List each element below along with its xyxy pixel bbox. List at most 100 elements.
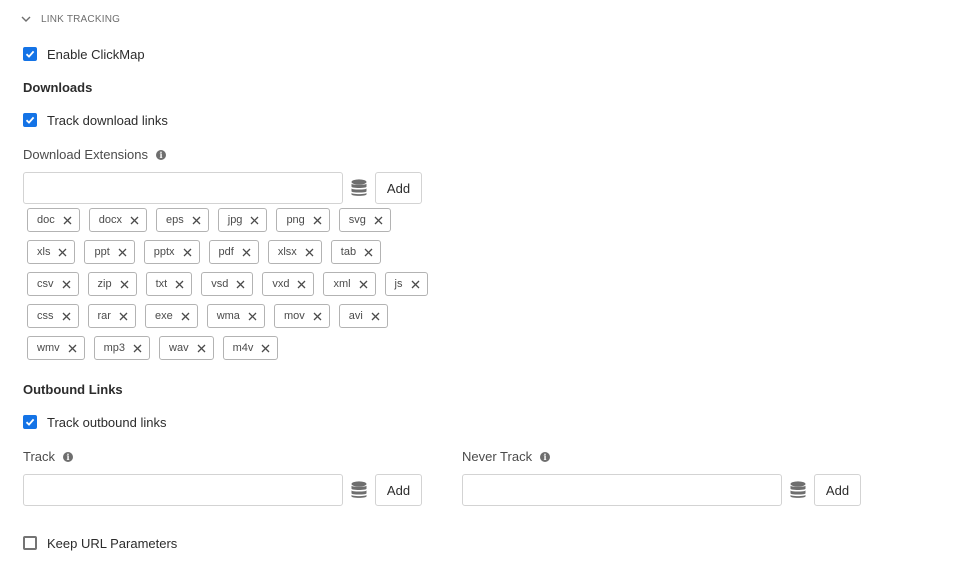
close-icon[interactable] — [371, 312, 380, 321]
close-icon[interactable] — [248, 312, 257, 321]
add-never-track-button[interactable]: Add — [814, 474, 861, 506]
extension-tag: png — [276, 208, 330, 232]
extension-tag-label: vsd — [211, 278, 229, 290]
add-download-extension-button[interactable]: Add — [375, 172, 422, 204]
close-icon[interactable] — [305, 248, 314, 257]
extension-tag-label: xls — [37, 246, 51, 258]
close-icon[interactable] — [183, 248, 192, 257]
tag-row: css rar exe wma mov avi — [27, 304, 428, 328]
database-icon[interactable] — [351, 481, 367, 499]
extension-tag-label: pptx — [153, 246, 175, 258]
close-icon[interactable] — [197, 344, 206, 353]
track-outbound-links-checkbox[interactable]: Track outbound links — [23, 414, 166, 430]
database-icon[interactable] — [351, 179, 367, 197]
extension-tag-label: jpg — [227, 214, 243, 226]
info-icon[interactable]: i — [540, 451, 551, 462]
close-icon[interactable] — [130, 216, 139, 225]
close-icon[interactable] — [250, 216, 259, 225]
never-track-label: Never Track — [462, 449, 533, 464]
tag-row: xls ppt pptx pdf xlsx tab — [27, 240, 428, 264]
extension-tag: vsd — [201, 272, 254, 296]
close-icon[interactable] — [261, 344, 270, 353]
tag-row: doc docx eps jpg png svg — [27, 208, 428, 232]
track-label-row: Track i — [23, 449, 74, 464]
info-icon[interactable]: i — [156, 149, 167, 160]
close-icon[interactable] — [118, 248, 127, 257]
extension-tag-label: xml — [333, 278, 351, 290]
download-extension-input[interactable] — [23, 172, 343, 204]
close-icon[interactable] — [192, 216, 201, 225]
extension-tag-label: wav — [169, 342, 189, 354]
close-icon[interactable] — [63, 216, 72, 225]
extension-tag-label: css — [37, 310, 54, 322]
close-icon[interactable] — [236, 280, 245, 289]
close-icon[interactable] — [133, 344, 142, 353]
extension-tag: doc — [27, 208, 80, 232]
extension-tag: jpg — [217, 208, 268, 232]
extension-tag: mp3 — [93, 336, 151, 360]
extension-tag: ppt — [84, 240, 135, 264]
close-icon[interactable] — [181, 312, 190, 321]
extension-tag: vxd — [262, 272, 315, 296]
extension-tag-label: png — [286, 214, 305, 226]
info-icon[interactable]: i — [63, 451, 74, 462]
track-url-input[interactable] — [23, 474, 343, 506]
close-icon[interactable] — [120, 280, 129, 289]
extension-tag: docx — [88, 208, 147, 232]
close-icon[interactable] — [119, 312, 128, 321]
extension-tag-label: rar — [97, 310, 111, 322]
download-extensions-label: Download Extensions — [23, 147, 149, 162]
extension-tag: avi — [338, 304, 388, 328]
track-download-links-label: Track download links — [47, 112, 168, 128]
extension-tag-label: wma — [216, 310, 240, 322]
checkbox-checked-icon — [23, 113, 37, 127]
never-track-url-input[interactable] — [462, 474, 782, 506]
extension-tag: pptx — [143, 240, 200, 264]
extension-tag-label: csv — [37, 278, 54, 290]
extension-tag: zip — [87, 272, 137, 296]
download-extensions-label-row: Download Extensions i — [23, 147, 167, 162]
extension-tag-label: txt — [155, 278, 168, 290]
extension-tag-label: zip — [97, 278, 112, 290]
add-track-button[interactable]: Add — [375, 474, 422, 506]
extension-tag-label: avi — [348, 310, 363, 322]
close-icon[interactable] — [297, 280, 306, 289]
track-download-links-checkbox[interactable]: Track download links — [23, 112, 168, 128]
extension-tag-label: xlsx — [277, 246, 297, 258]
database-icon[interactable] — [790, 481, 806, 499]
extension-tag: m4v — [222, 336, 279, 360]
checkbox-unchecked-icon — [23, 536, 37, 550]
tag-row: wmv mp3 wav m4v — [27, 336, 428, 360]
close-icon[interactable] — [313, 216, 322, 225]
extension-tag: mov — [273, 304, 330, 328]
extension-tag: pdf — [208, 240, 259, 264]
close-icon[interactable] — [58, 248, 67, 257]
enable-clickmap-checkbox[interactable]: Enable ClickMap — [23, 46, 145, 62]
extension-tag-label: mp3 — [103, 342, 126, 354]
extension-tag-label: svg — [348, 214, 366, 226]
checkbox-checked-icon — [23, 47, 37, 61]
section-toggle-link-tracking[interactable]: LINK TRACKING — [20, 12, 120, 26]
close-icon[interactable] — [62, 312, 71, 321]
extension-tag-label: m4v — [232, 342, 254, 354]
extension-tag: svg — [338, 208, 391, 232]
close-icon[interactable] — [411, 280, 420, 289]
close-icon[interactable] — [68, 344, 77, 353]
close-icon[interactable] — [242, 248, 251, 257]
close-icon[interactable] — [313, 312, 322, 321]
extension-tag-label: vxd — [272, 278, 290, 290]
extension-tag: css — [27, 304, 79, 328]
close-icon[interactable] — [364, 248, 373, 257]
close-icon[interactable] — [62, 280, 71, 289]
download-extensions-tag-list: doc docx eps jpg png svg xls ppt pptx pdf xlsx tab c… — [27, 208, 428, 360]
extension-tag: js — [384, 272, 428, 296]
extension-tag: xml — [323, 272, 376, 296]
keep-url-parameters-checkbox[interactable]: Keep URL Parameters — [23, 535, 177, 551]
extension-tag-label: wmv — [37, 342, 60, 354]
close-icon[interactable] — [374, 216, 383, 225]
extension-tag-label: ppt — [94, 246, 110, 258]
close-icon[interactable] — [175, 280, 184, 289]
chevron-down-icon — [21, 16, 31, 22]
close-icon[interactable] — [359, 280, 368, 289]
extension-tag: wma — [206, 304, 265, 328]
